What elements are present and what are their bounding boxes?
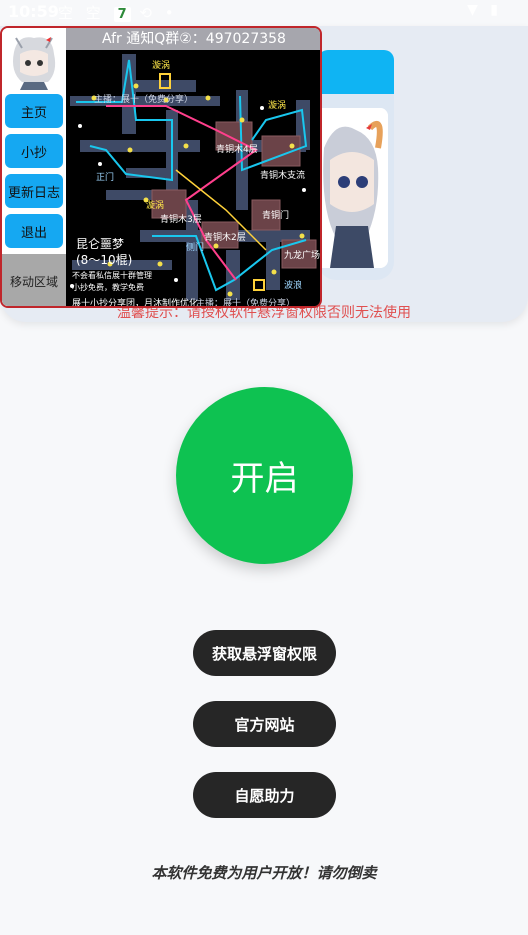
map-label-vortex-top: 漩涡 — [152, 61, 171, 71]
map-credit: 展十小抄分享团，月沐制作优化 — [72, 299, 199, 308]
map-label-main-gate: 正门 — [96, 173, 115, 183]
map-label-floor4: 青铜木4层 — [216, 145, 258, 155]
map-name: 昆仑噩梦 — [76, 237, 125, 251]
map-label-floor2: 青铜木2层 — [204, 233, 246, 243]
map-label-plaza: 九龙广场 — [284, 251, 321, 261]
map-note-1: 不会看私信展十群管理 — [72, 271, 152, 280]
character-illustration — [316, 108, 388, 268]
sync-icon: ⟲ • — [139, 4, 178, 22]
avatar-icon — [13, 37, 56, 90]
nav-exit-button[interactable]: 退出 — [5, 214, 63, 248]
nav-changelog-button[interactable]: 更新日志 — [5, 174, 63, 208]
start-button[interactable]: 开启 — [176, 387, 353, 564]
move-handle[interactable]: 移动区域 — [2, 254, 66, 306]
map-label-vortex-bottom: 漩涡 — [146, 201, 165, 211]
notification-badge-icon: 7 — [113, 7, 131, 22]
official-website-button[interactable]: 官方网站 — [193, 701, 336, 747]
map-label-streamer-top: 主播：展十（免费分享） — [94, 95, 194, 105]
status-time: 10:59 — [8, 2, 59, 21]
donate-button[interactable]: 自愿助力 — [193, 772, 336, 818]
get-permission-button[interactable]: 获取悬浮窗权限 — [193, 630, 336, 676]
notification-icons: 空 空 — [58, 4, 105, 22]
map-note-2: 小抄免费，教学免费 — [72, 283, 144, 292]
floating-window[interactable]: 主页 小抄 更新日志 退出 移动区域 Afr 通知Q群②：497027358 漩… — [0, 26, 322, 308]
dungeon-map: 漩涡 主播：展十（免费分享） 漩涡 青铜木4层 青铜木支流 正门 漩涡 青铜木3… — [66, 50, 321, 308]
floating-sidebar: 主页 小抄 更新日志 退出 移动区域 — [2, 28, 66, 306]
map-label-vortex-mid: 漩涡 — [268, 101, 287, 111]
map-notes: 不会看私信展十群管理 小抄免费，教学免费 — [72, 270, 152, 294]
map-label-tributary: 青铜木支流 — [260, 171, 306, 181]
map-label-bronze-gate: 青铜门 — [262, 211, 290, 221]
map-label-waves: 波浪 — [284, 281, 303, 291]
status-bar: 10:59 空 空 7 ⟲ • ▼ ▮ — [0, 0, 528, 24]
card-tab — [318, 50, 394, 94]
map-label-side-gate: 侧门 — [186, 243, 205, 253]
map-range: (8～10棍) — [76, 253, 133, 267]
status-notification-icons: 空 空 7 ⟲ • — [58, 2, 178, 23]
map-label-floor3: 青铜木3层 — [160, 215, 202, 225]
map-info-box: 昆仑噩梦 (8～10棍) — [76, 236, 132, 268]
character-illustration-icon — [316, 108, 388, 268]
floating-title: Afr 通知Q群②：497027358 — [66, 28, 320, 50]
nav-copy-button[interactable]: 小抄 — [5, 134, 63, 168]
nav-home-button[interactable]: 主页 — [5, 94, 63, 128]
map-label-streamer-bottom: 主播：展十（免费分享） — [196, 299, 296, 308]
wifi-battery-icons: ▼ ▮ — [467, 2, 502, 18]
footer-notice: 本软件免费为用户开放！请勿倒卖 — [151, 864, 377, 882]
